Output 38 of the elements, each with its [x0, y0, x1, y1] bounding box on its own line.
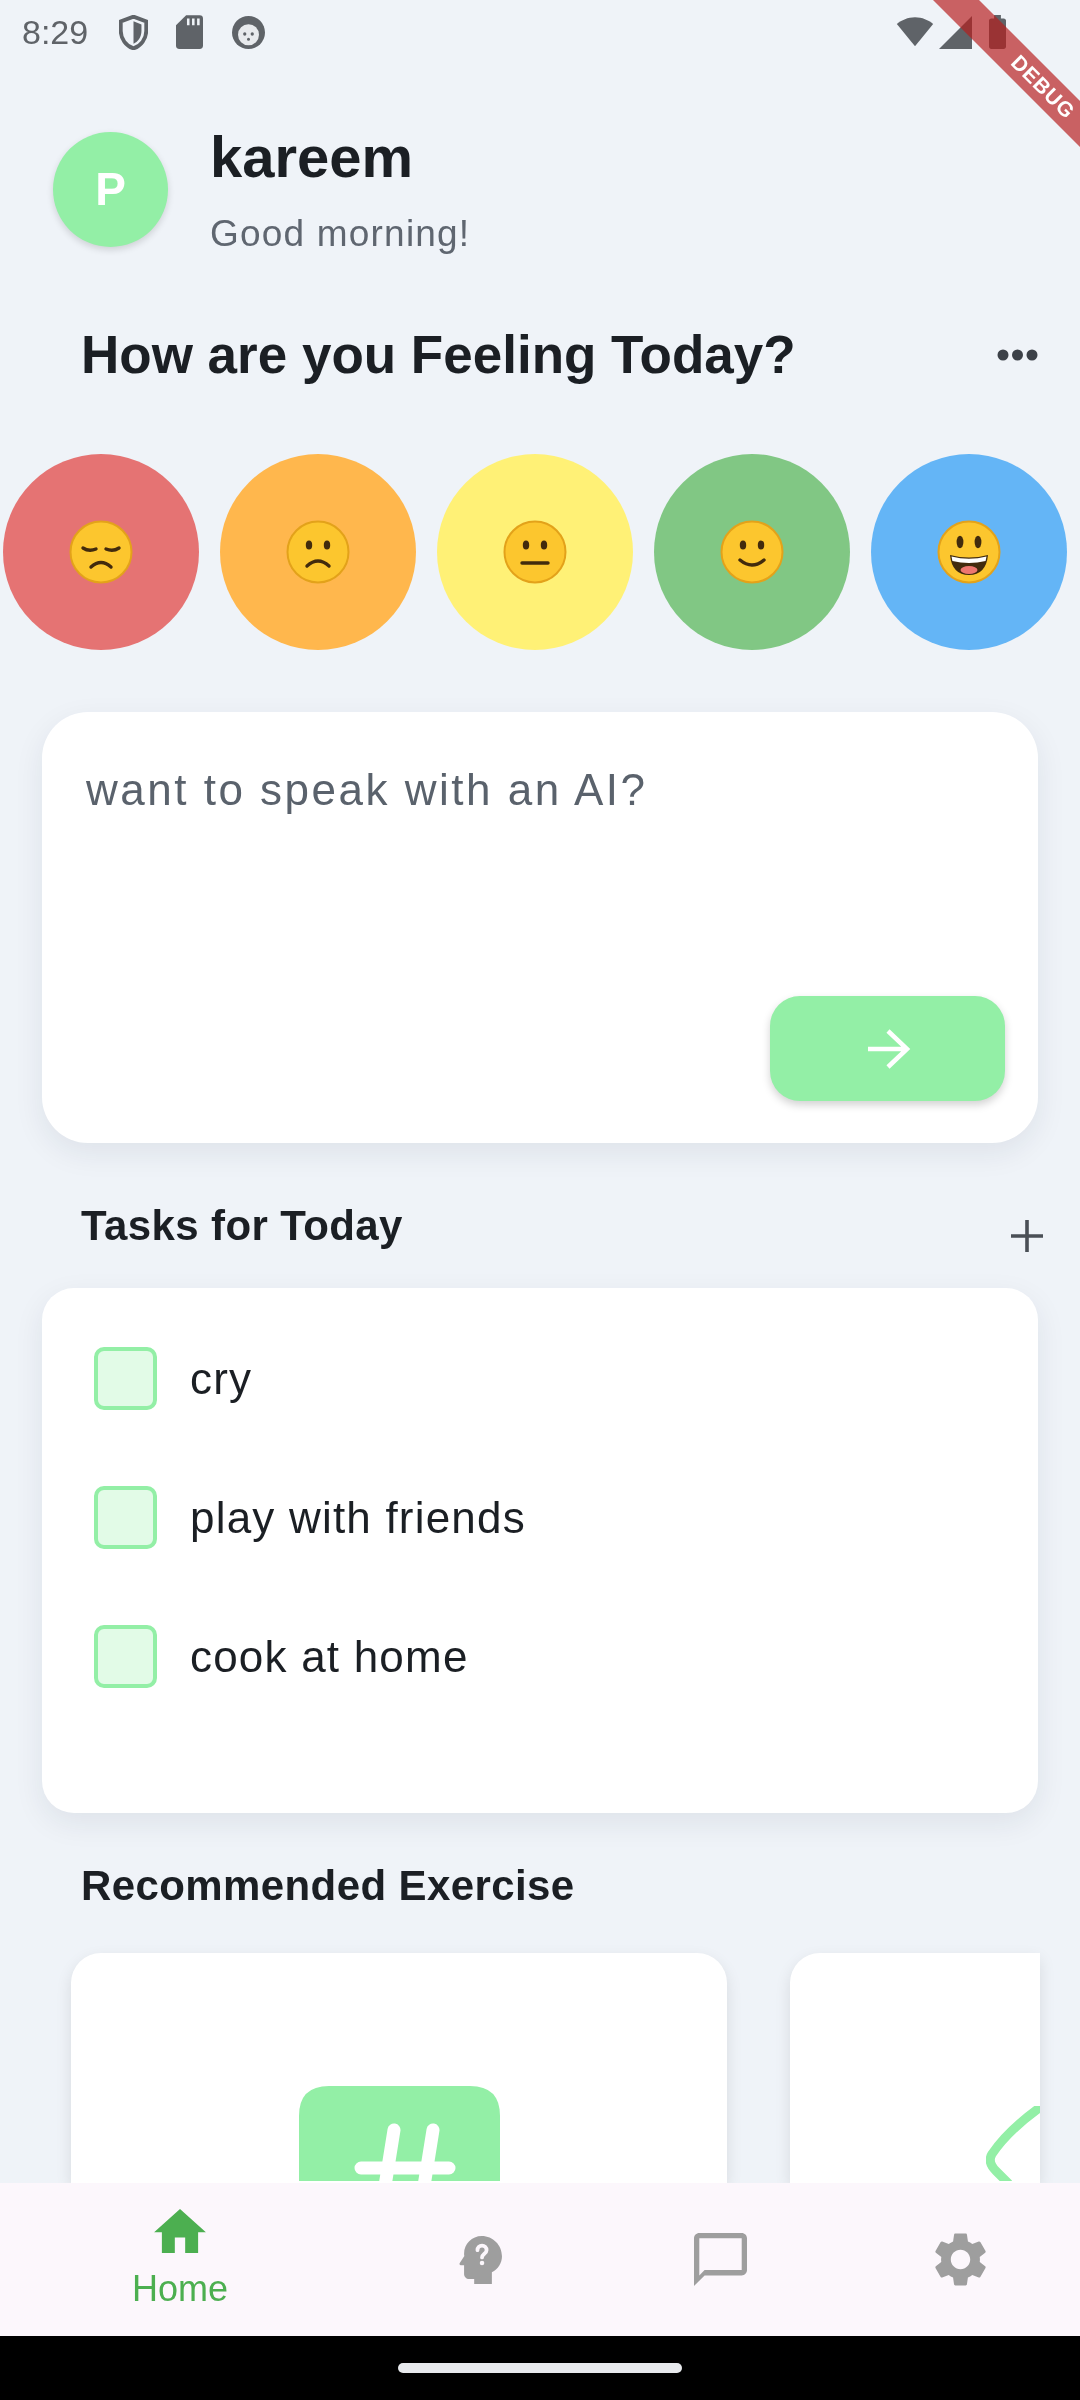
wifi-icon — [896, 17, 934, 47]
sad-face-icon — [69, 520, 133, 584]
checkbox[interactable] — [94, 1486, 157, 1549]
settings-icon — [933, 2232, 987, 2287]
exercise-card[interactable] — [790, 1953, 1040, 2183]
curve-icon — [986, 2106, 1040, 2181]
grinning-face-icon — [937, 520, 1001, 584]
head-question-icon — [458, 2235, 502, 2284]
smiling-face-icon — [720, 520, 784, 584]
mood-question-title: How are you Feeling Today? — [81, 324, 796, 386]
more-icon[interactable] — [997, 349, 1038, 361]
battery-icon — [989, 15, 1006, 49]
checkbox[interactable] — [94, 1625, 157, 1688]
send-button[interactable] — [770, 996, 1005, 1101]
sd-card-icon — [176, 15, 204, 49]
neutral-face-icon — [503, 520, 567, 584]
greeting-text: Good morning! — [210, 212, 471, 256]
frowning-face-icon — [286, 520, 350, 584]
avatar: P — [53, 131, 168, 247]
user-name: kareem — [210, 123, 414, 191]
nav-tab[interactable]: Home — [0, 2183, 360, 2336]
home-icon — [154, 2209, 206, 2253]
round-face-icon — [232, 15, 266, 49]
add-icon[interactable] — [1011, 1220, 1043, 1252]
tasks-title: Tasks for Today — [81, 1201, 403, 1251]
status-time: 8:29 — [22, 12, 89, 52]
task-label: cry — [190, 1352, 253, 1405]
task-label: cook at home — [190, 1630, 469, 1683]
signal-icon — [939, 15, 972, 49]
checkbox[interactable] — [94, 1347, 157, 1410]
hashtag-icon — [298, 2086, 500, 2181]
ai-prompt-card[interactable]: want to speak with an AI? — [42, 712, 1038, 1143]
task-label: play with friends — [190, 1491, 526, 1544]
home-indicator[interactable] — [398, 2363, 682, 2373]
shield-icon — [119, 14, 149, 50]
exercise-title: Recommended Exercise — [81, 1862, 575, 1909]
exercise-card[interactable] — [71, 1953, 727, 2183]
chat-bubble-icon — [693, 2233, 747, 2286]
